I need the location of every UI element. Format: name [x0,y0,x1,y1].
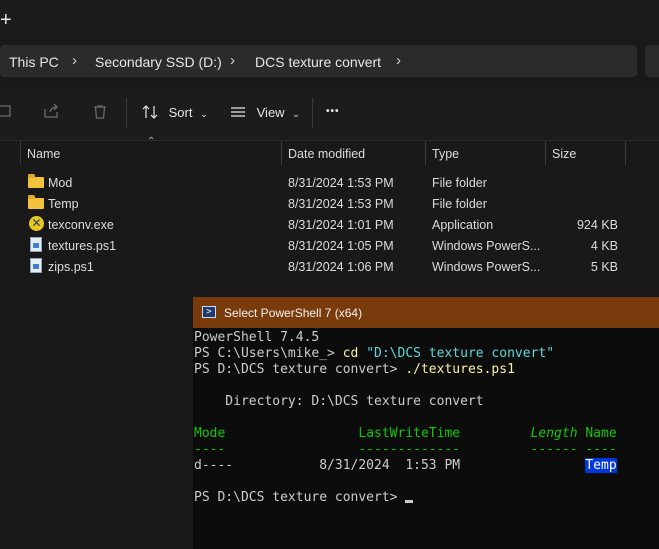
breadcrumb-this-pc[interactable]: This PC [9,54,59,70]
sort-up-chevron-icon: ⌃ [147,136,156,147]
console-header-mode: Mode [194,426,226,441]
more-options-button[interactable]: ••• [326,106,340,117]
new-tab-button[interactable]: + [0,10,12,30]
file-date: 8/31/2024 1:06 PM [288,260,394,274]
file-name: Temp [48,197,79,211]
title-strip [0,0,659,40]
file-date: 8/31/2024 1:05 PM [288,239,394,253]
table-row[interactable]: Temp 8/31/2024 1:53 PM File folder [0,193,659,214]
file-name: zips.ps1 [48,260,94,274]
column-divider[interactable] [545,141,546,165]
powershell-window-title: Select PowerShell 7 (x64) [224,306,363,320]
script-icon [30,237,42,252]
column-header-size[interactable]: Size [552,147,576,161]
file-date: 8/31/2024 1:53 PM [288,197,394,211]
table-row[interactable]: ✕ texconv.exe 8/31/2024 1:01 PM Applicat… [0,214,659,235]
table-row[interactable]: zips.ps1 8/31/2024 1:06 PM Windows Power… [0,256,659,277]
console-line-script: PS D:\DCS texture convert> ./textures.ps… [194,362,515,378]
console-cursor [405,500,414,503]
powershell-icon: > [202,306,216,318]
file-name: Mod [48,176,73,190]
console-prompt: PS D:\DCS texture convert> [194,490,406,505]
column-header-date-modified[interactable]: Date modified [288,147,365,161]
file-size: 924 KB [576,218,618,232]
view-button[interactable]: View ⌄ [230,105,300,120]
breadcrumb-chevron-icon[interactable]: › [72,52,77,69]
file-type: File folder [432,197,487,211]
sort-label: Sort [168,105,193,120]
console-prompt: PS C:\Users\mike_> [194,346,343,361]
column-divider [20,141,21,165]
sort-button[interactable]: Sort ⌄ [142,105,208,120]
file-size: 5 KB [590,260,618,274]
file-name: textures.ps1 [48,239,117,253]
file-type: Windows PowerS... [432,239,541,253]
console-prompt: PS D:\DCS texture convert> [194,362,406,377]
chevron-down-icon: ⌄ [200,109,208,119]
table-row[interactable]: Mod 8/31/2024 1:53 PM File folder [0,172,659,193]
console-argument: "D:\DCS texture convert" [358,346,555,361]
console-command: ./textures.ps1 [405,362,515,377]
console-line-cd: PS C:\Users\mike_> cd "D:\DCS texture co… [194,346,554,362]
file-type: File folder [432,176,487,190]
console-header-line: Mode LastWriteTime Length Name [194,426,617,442]
file-name: texconv.exe [48,218,114,232]
breadcrumb-chevron-icon[interactable]: › [230,52,235,69]
file-type: Application [432,218,494,232]
file-date: 8/31/2024 1:01 PM [288,218,394,232]
delete-icon[interactable] [92,104,108,125]
column-divider[interactable] [281,141,282,165]
breadcrumb-dcs-texture-convert[interactable]: DCS texture convert [255,54,381,70]
toolbar-divider [312,98,313,128]
toolbar-divider [126,98,127,128]
console-row-name: Temp [585,458,617,473]
file-type: Windows PowerS... [432,260,541,274]
console-row-line: d---- 8/31/2024 1:53 PM Temp [194,458,617,474]
column-divider[interactable] [425,141,426,165]
breadcrumb-secondary-ssd[interactable]: Secondary SSD (D:) [95,54,222,70]
script-icon [30,258,42,273]
console-header-lastwritetime: LastWriteTime [225,426,461,441]
chevron-down-icon: ⌄ [292,109,300,119]
file-size: 4 KB [590,239,618,253]
console-header-length: Length [460,426,578,441]
console-directory-line: Directory: D:\DCS texture convert [194,394,484,409]
folder-icon [28,174,44,188]
console-command: cd [342,346,359,361]
table-row[interactable]: textures.ps1 8/31/2024 1:05 PM Windows P… [0,235,659,256]
column-header-type[interactable]: Type [432,147,459,161]
folder-icon [28,195,44,209]
column-header-name[interactable]: Name [27,147,60,161]
column-divider[interactable] [625,141,626,165]
sort-icon [142,105,159,120]
app-icon: ✕ [29,216,44,231]
console-row-mode-date: d---- 8/31/2024 1:53 PM [194,458,586,473]
search-box[interactable] [645,45,659,77]
view-label: View [256,105,285,120]
console-header-name: Name [577,426,617,441]
rename-icon[interactable] [0,103,12,124]
console-final-prompt-line: PS D:\DCS texture convert> [194,490,414,506]
breadcrumb-chevron-icon[interactable]: › [396,52,401,69]
file-date: 8/31/2024 1:53 PM [288,176,394,190]
share-icon[interactable] [43,103,61,124]
view-icon [230,105,246,120]
console-version-line: PowerShell 7.4.5 [194,330,320,345]
console-dash-line: ---- ------------- ------ ---- [194,442,617,457]
